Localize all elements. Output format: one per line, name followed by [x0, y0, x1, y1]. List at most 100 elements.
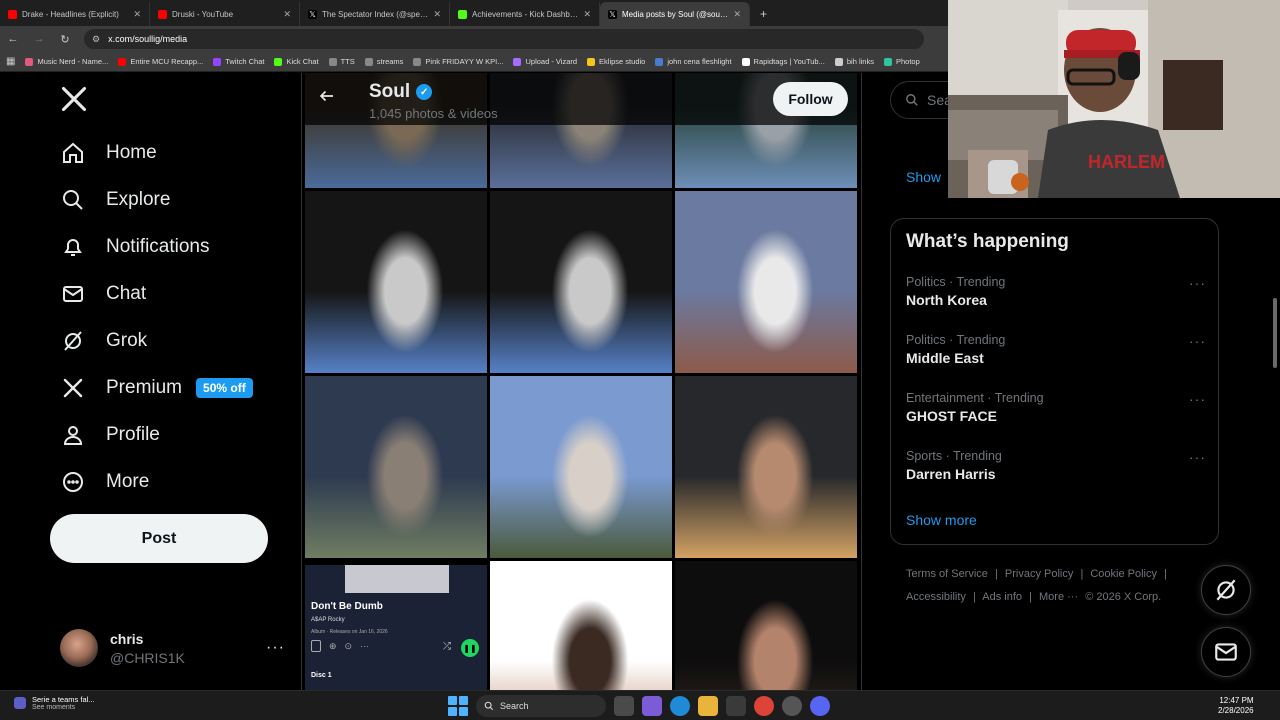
more-options-icon[interactable]: ···	[1189, 391, 1206, 407]
bookmark-label: Pink FRIDAYY W KPI...	[425, 57, 504, 66]
messages-floating-button[interactable]	[1201, 627, 1251, 677]
obs-icon[interactable]	[782, 696, 802, 716]
reload-icon[interactable]: ↻	[58, 33, 72, 46]
bookmark-item[interactable]: Pink FRIDAYY W KPI...	[413, 57, 503, 66]
show-more-link[interactable]: Show	[906, 169, 941, 185]
trend-item[interactable]: Politics · Trending North Korea ···	[906, 275, 1206, 315]
search-icon	[906, 94, 918, 106]
sidebar-item-label: Grok	[106, 330, 148, 351]
close-tab-icon[interactable]: ✕	[283, 9, 291, 20]
trend-item[interactable]: Sports · Trending Darren Harris ···	[906, 449, 1206, 489]
more-options-icon[interactable]: ···	[266, 639, 285, 657]
system-clock[interactable]: 12:47 PM 2/28/2026	[1218, 696, 1254, 716]
footer-link[interactable]: Accessibility	[906, 591, 966, 603]
close-tab-icon[interactable]: ✕	[583, 9, 591, 20]
notification-title: Serie a teams fal...	[32, 695, 95, 704]
bookmark-favicon	[883, 57, 892, 66]
media-tile-spotify[interactable]: Don't Be Dumb A$AP Rocky Album · Release…	[305, 565, 487, 690]
media-tile[interactable]	[305, 191, 487, 373]
bookmark-item[interactable]: Music Nerd - Name...	[25, 57, 108, 66]
bookmark-item[interactable]: Upload - Vizard	[513, 57, 577, 66]
sidebar-item-profile[interactable]: Profile	[60, 417, 160, 453]
bookmark-item[interactable]: Entire MCU Recapp...	[118, 57, 203, 66]
media-tile[interactable]	[675, 561, 857, 690]
footer-link[interactable]: More ···	[1039, 591, 1078, 603]
media-tile[interactable]	[490, 376, 672, 558]
taskbar-search[interactable]: Search	[476, 695, 606, 717]
sidebar-item-premium[interactable]: Premium 50% off	[60, 370, 253, 406]
follow-button[interactable]: Follow	[773, 82, 848, 116]
media-tile[interactable]	[490, 191, 672, 373]
close-tab-icon[interactable]: ✕	[133, 9, 141, 20]
url-text: x.com/soullig/media	[108, 34, 188, 44]
tab-title: Achievements - Kick Dashboard	[472, 9, 579, 19]
grok-floating-button[interactable]	[1201, 565, 1251, 615]
edge-icon[interactable]	[670, 696, 690, 716]
bookmark-item[interactable]: Twitch Chat	[213, 57, 264, 66]
profile-header: Soul ✓ 1,045 photos & videos Follow	[302, 73, 861, 125]
new-tab-button[interactable]: +	[750, 2, 777, 26]
address-bar[interactable]: ⚙ x.com/soullig/media	[84, 29, 924, 49]
windows-start-icon[interactable]	[448, 696, 468, 716]
grok-icon	[1216, 579, 1236, 601]
bookmark-label: Upload - Vizard	[525, 57, 578, 66]
bookmark-item[interactable]: Rapidtags | YouTub...	[741, 57, 825, 66]
post-button[interactable]: Post	[50, 514, 268, 563]
close-tab-icon[interactable]: ✕	[433, 9, 441, 20]
more-options-icon[interactable]: ···	[1189, 275, 1206, 291]
sidebar-item-explore[interactable]: Explore	[60, 182, 170, 218]
bookmark-item[interactable]: Eklipse studio	[587, 57, 645, 66]
footer-link[interactable]: Cookie Policy	[1090, 568, 1157, 580]
media-tile[interactable]	[305, 376, 487, 558]
chrome-icon[interactable]	[754, 696, 774, 716]
bookmark-item[interactable]: john cena fleshlight	[655, 57, 732, 66]
sidebar-item-chat[interactable]: Chat	[60, 276, 146, 312]
x-logo-icon[interactable]	[60, 85, 90, 115]
browser-tab[interactable]: Drake - Headlines (Explicit) ✕	[0, 2, 150, 26]
close-tab-icon[interactable]: ✕	[733, 9, 741, 20]
browser-tab[interactable]: Achievements - Kick Dashboard ✕	[450, 2, 600, 26]
browser-tab[interactable]: 𝕏 The Spectator Index (@spectat ✕	[300, 2, 450, 26]
bookmark-item[interactable]: TTS	[328, 57, 355, 66]
sidebar-item-notifications[interactable]: Notifications	[60, 229, 210, 265]
bookmark-item[interactable]: Photop	[883, 57, 920, 66]
show-more-link[interactable]: Show more	[906, 512, 977, 528]
media-tile[interactable]	[490, 561, 672, 690]
bookmark-favicon	[587, 57, 596, 66]
news-widget[interactable]: Serie a teams fal... See moments	[14, 695, 95, 711]
sidebar-item-home[interactable]: Home	[60, 135, 157, 171]
account-switcher[interactable]: chris @CHRIS1K ···	[60, 626, 285, 670]
back-arrow-icon[interactable]: ←	[6, 33, 20, 45]
task-view-icon[interactable]	[614, 696, 634, 716]
browser-tab[interactable]: Druski - YouTube ✕	[150, 2, 300, 26]
file-explorer-icon[interactable]	[698, 696, 718, 716]
sidebar-item-label: Explore	[106, 189, 171, 210]
media-tile[interactable]	[675, 191, 857, 373]
more-options-icon[interactable]: ···	[1189, 449, 1206, 465]
discord-icon[interactable]	[810, 696, 830, 716]
more-options-icon[interactable]: ···	[1189, 333, 1206, 349]
bookmark-label: Music Nerd - Name...	[37, 57, 109, 66]
sidebar-item-more[interactable]: More	[60, 464, 149, 500]
trend-item[interactable]: Entertainment · Trending GHOST FACE ···	[906, 391, 1206, 431]
apps-grid-icon[interactable]: ▦	[6, 56, 15, 67]
media-tile[interactable]	[675, 376, 857, 558]
trend-item[interactable]: Politics · Trending Middle East ···	[906, 333, 1206, 373]
album-artist: A$AP Rocky	[311, 617, 345, 623]
forward-arrow-icon[interactable]: →	[32, 33, 46, 45]
store-icon[interactable]	[726, 696, 746, 716]
scrollbar-thumb[interactable]	[1273, 298, 1277, 368]
footer-link[interactable]: Privacy Policy	[1005, 568, 1073, 580]
more-icon: ···	[360, 641, 370, 651]
footer-link[interactable]: Terms of Service	[906, 568, 988, 580]
site-info-icon[interactable]: ⚙	[92, 34, 100, 45]
panel-title: What’s happening	[906, 231, 1069, 252]
sidebar-item-grok[interactable]: Grok	[60, 323, 147, 359]
copilot-icon[interactable]	[642, 696, 662, 716]
bookmark-item[interactable]: bih links	[834, 57, 874, 66]
back-button[interactable]	[316, 87, 338, 109]
footer-link[interactable]: Ads info	[982, 591, 1022, 603]
bookmark-item[interactable]: Kick Chat	[274, 57, 319, 66]
browser-tab-active[interactable]: 𝕏 Media posts by Soul (@soullig ✕	[600, 2, 750, 26]
bookmark-item[interactable]: streams	[364, 57, 403, 66]
